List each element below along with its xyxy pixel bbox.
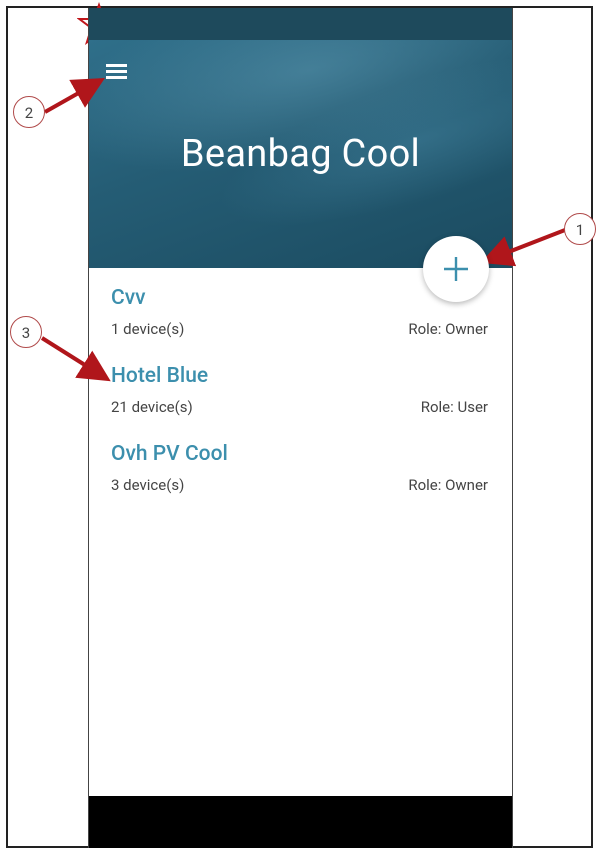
plus-icon [444, 257, 468, 281]
place-list: Cvv 1 device(s) Role: Owner Hotel Blue 2… [89, 268, 512, 502]
phone-screen: Beanbag Cool Cvv 1 device(s) Role: Owner… [88, 8, 513, 848]
place-name: Ovh PV Cool [111, 442, 228, 466]
hamburger-menu-icon[interactable] [106, 62, 134, 86]
place-name: Hotel Blue [111, 364, 209, 388]
role-label: Role: Owner [408, 320, 488, 338]
callout-3: 3 [10, 316, 42, 348]
page-title: Beanbag Cool [180, 132, 421, 176]
callout-2: 2 [13, 96, 45, 128]
role-label: Role: User [420, 398, 488, 416]
add-place-button[interactable] [423, 236, 489, 302]
place-name: Cvv [111, 286, 146, 310]
callout-1: 1 [564, 213, 596, 245]
role-label: Role: Owner [408, 476, 488, 494]
device-count: 3 device(s) [111, 476, 185, 494]
app-header: Beanbag Cool [89, 40, 512, 268]
device-count: 21 device(s) [111, 398, 193, 416]
status-bar [89, 8, 512, 40]
device-count: 1 device(s) [111, 320, 185, 338]
list-item[interactable]: Ovh PV Cool 3 device(s) Role: Owner [89, 424, 512, 502]
list-item[interactable]: Hotel Blue 21 device(s) Role: User [89, 346, 512, 424]
navigation-bar [89, 796, 512, 848]
